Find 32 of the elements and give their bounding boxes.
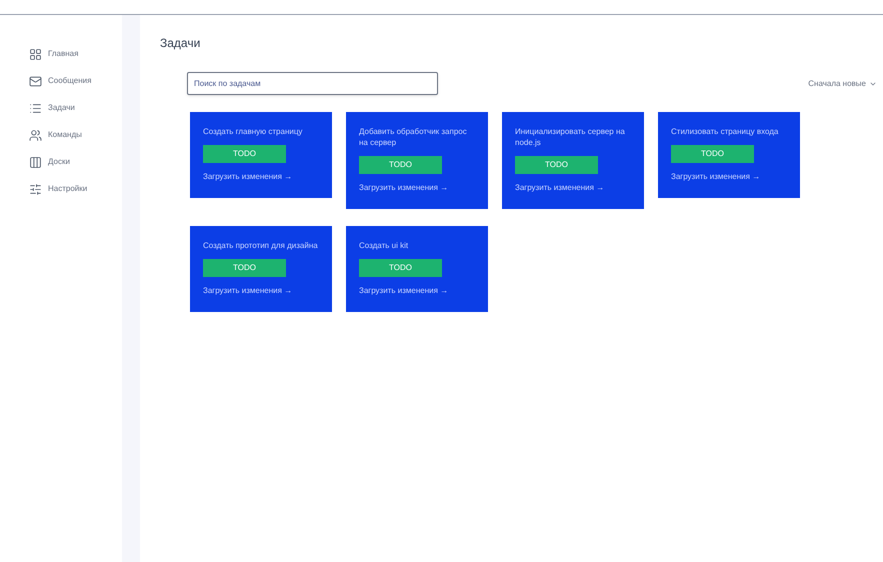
sidebar-item[interactable]: Задачи <box>29 100 122 116</box>
sidebar-item[interactable]: Доски <box>29 154 122 170</box>
upload-link[interactable]: Загрузить изменения → <box>203 285 292 297</box>
upload-link[interactable]: Загрузить изменения → <box>671 171 760 183</box>
status-badge: TODO <box>359 156 442 174</box>
upload-link[interactable]: Загрузить изменения → <box>203 171 292 183</box>
status-badge: TODO <box>515 156 598 174</box>
upload-link[interactable]: Загрузить изменения → <box>359 285 448 297</box>
sliders-icon <box>29 182 42 196</box>
task-title: Стилизовать страницу входа <box>671 126 780 137</box>
search-field[interactable]: Поиск по задачам <box>187 72 438 95</box>
status-badge: TODO <box>359 259 442 277</box>
upload-link[interactable]: Загрузить изменения → <box>515 182 604 194</box>
upload-link[interactable]: Загрузить изменения → <box>359 182 448 194</box>
people-icon <box>29 128 42 142</box>
task-title: Добавить обработчик запрос на сервер <box>359 126 468 148</box>
grid-icon <box>29 48 42 60</box>
task-title: Инициализировать сервер на node.js <box>515 126 626 148</box>
task-title: Создать ui kit <box>359 240 410 251</box>
sort-dropdown[interactable]: Сначала новые <box>808 78 877 90</box>
sidebar-item[interactable]: Команды <box>29 127 122 143</box>
mail-icon <box>29 74 42 88</box>
sidebar-item[interactable]: Главная <box>29 46 122 62</box>
sidebar-item[interactable]: Сообщения <box>29 73 122 89</box>
task-title: Создать главную страницу <box>203 126 304 137</box>
status-badge: TODO <box>203 145 286 163</box>
columns-icon <box>29 156 42 168</box>
status-badge: TODO <box>203 259 286 277</box>
sidebar-item[interactable]: Настройки <box>29 181 122 197</box>
page-title: Задачи <box>160 35 200 52</box>
status-badge: TODO <box>671 145 754 163</box>
task-title: Создать прототип для дизайна <box>203 240 319 251</box>
